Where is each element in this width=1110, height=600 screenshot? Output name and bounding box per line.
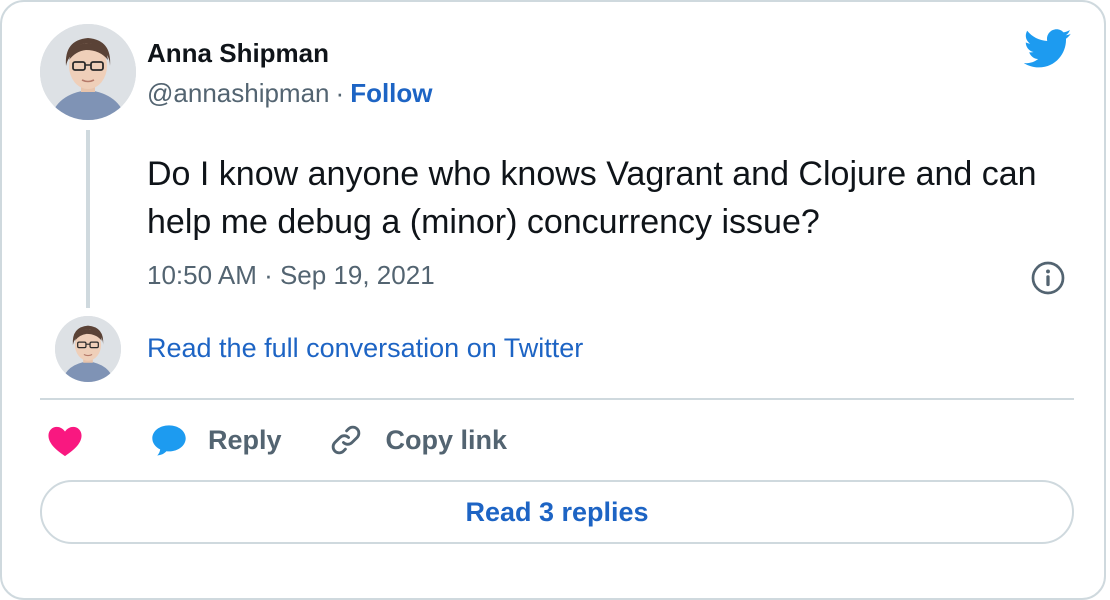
copy-link-label: Copy link — [385, 424, 508, 455]
reply-button[interactable]: Reply — [84, 423, 282, 457]
author-avatar[interactable] — [40, 24, 136, 120]
tweet-timestamp[interactable]: 10:50 AM · Sep 19, 2021 — [147, 260, 435, 291]
tweet-card: Anna Shipman @annashipman · Follow Do I kn… — [0, 0, 1106, 600]
tweet-text: Do I know anyone who knows Vagrant and C… — [147, 155, 1037, 241]
twitter-bird-icon[interactable] — [1024, 29, 1072, 69]
reply-bubble-icon — [152, 425, 186, 456]
copy-link-button[interactable]: Copy link — [282, 422, 508, 458]
author-handle[interactable]: @annashipman — [147, 78, 330, 108]
like-button[interactable] — [46, 423, 84, 457]
avatar-portrait-icon — [40, 24, 136, 120]
author-handle-row: @annashipman · Follow — [147, 78, 433, 109]
separator-dot: · — [335, 78, 345, 108]
reply-label: Reply — [208, 424, 282, 455]
author-name[interactable]: Anna Shipman — [147, 38, 329, 69]
thread-connector-line — [86, 130, 90, 308]
info-icon[interactable] — [1030, 260, 1066, 296]
divider — [40, 398, 1074, 400]
tweet-actions: Reply Copy link — [46, 418, 507, 462]
link-icon — [331, 425, 360, 455]
follow-link[interactable]: Follow — [350, 78, 432, 108]
read-replies-button[interactable]: Read 3 replies — [40, 480, 1074, 544]
read-full-conversation-link[interactable]: Read the full conversation on Twitter — [147, 333, 583, 364]
heart-icon — [48, 426, 82, 457]
conversation-avatar[interactable] — [55, 316, 121, 382]
avatar-portrait-icon — [55, 316, 121, 382]
